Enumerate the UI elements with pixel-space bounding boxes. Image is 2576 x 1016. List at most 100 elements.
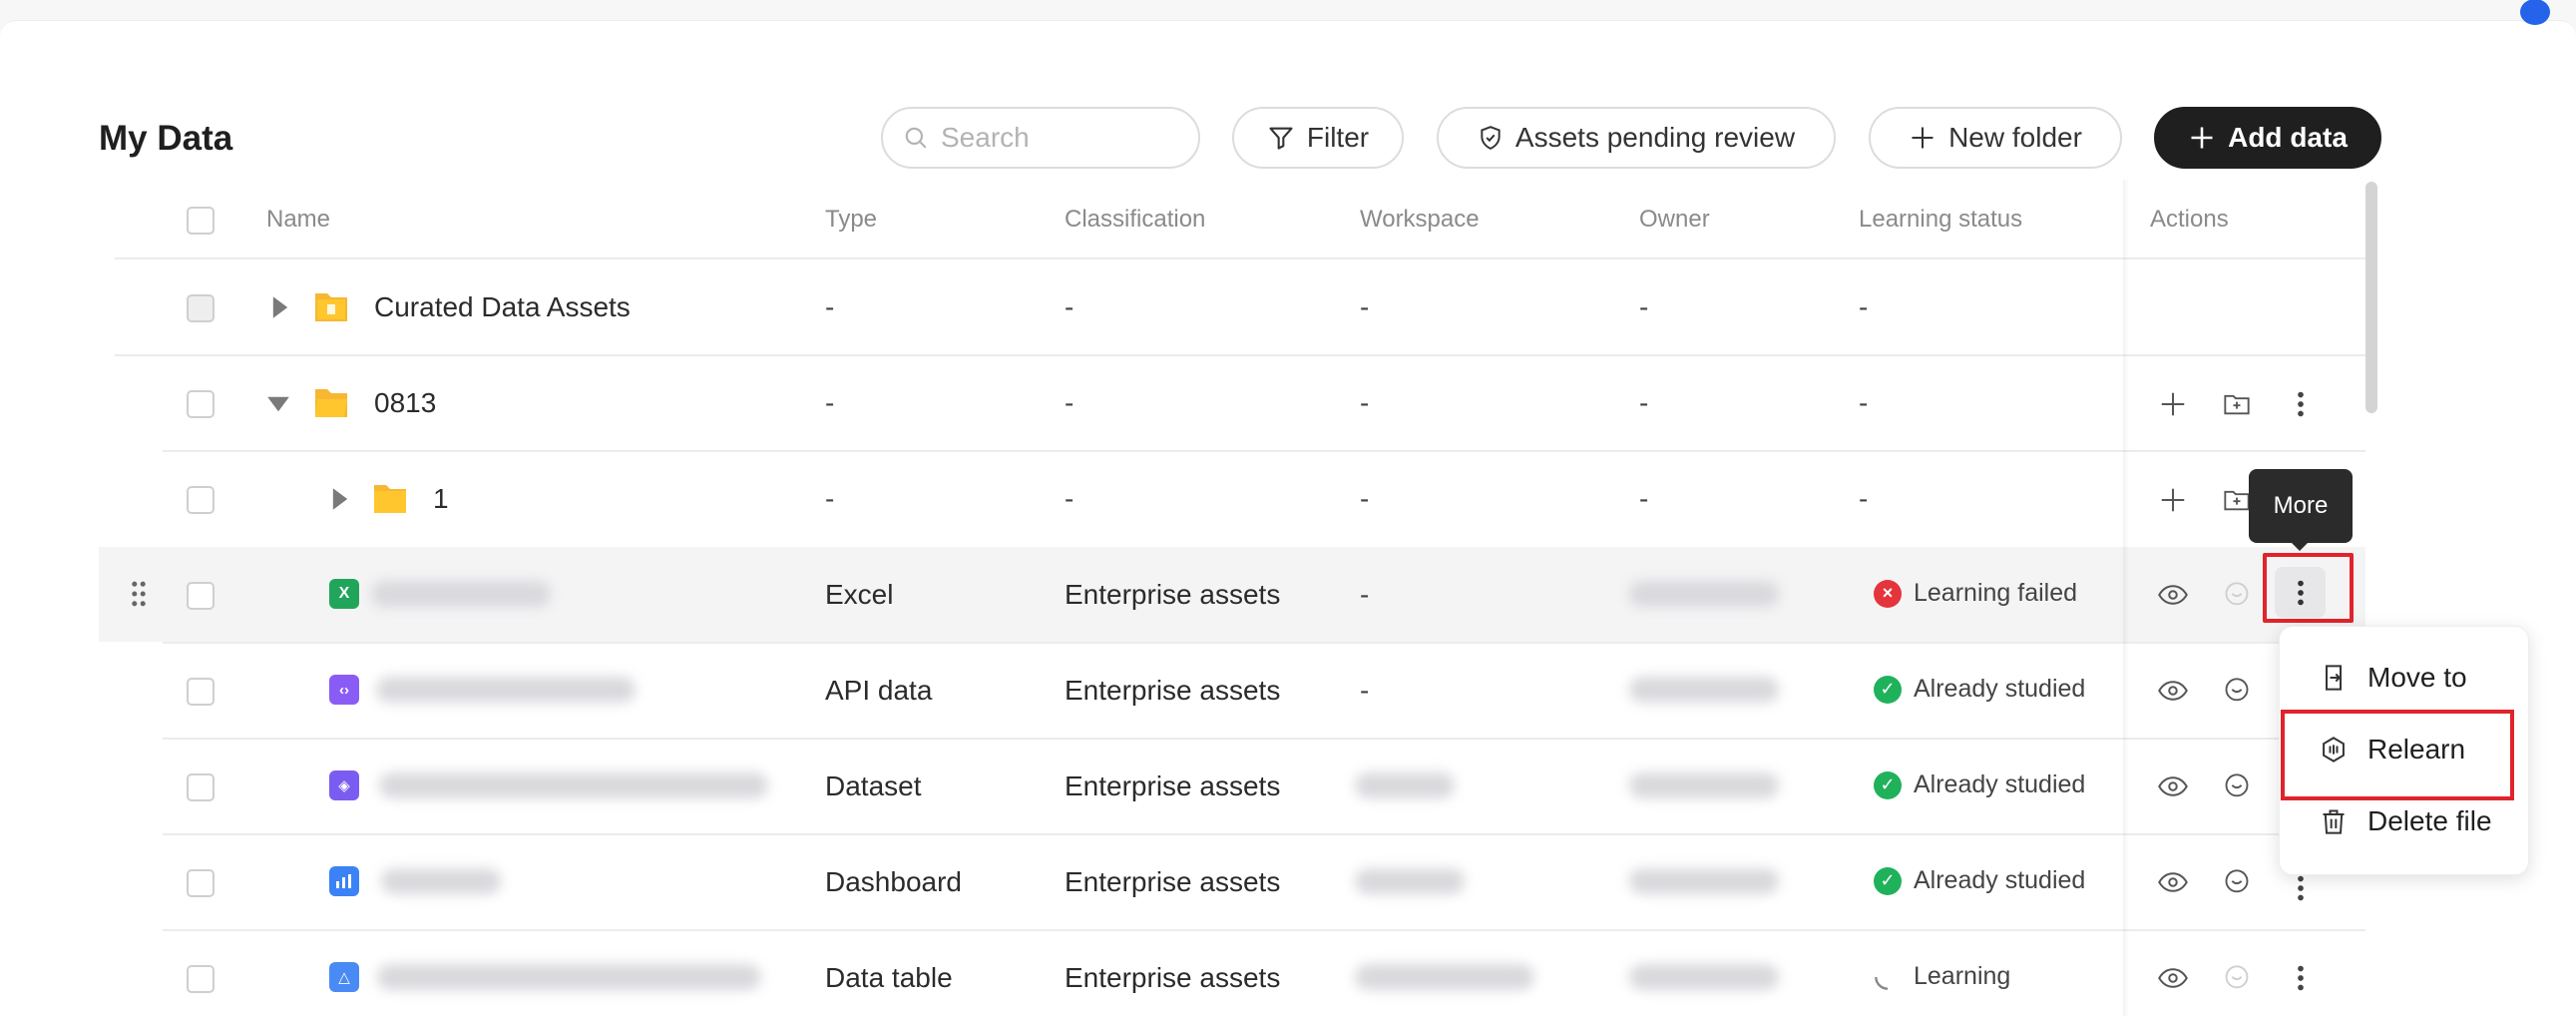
add-data-label: Add data (2228, 122, 2348, 153)
status-badge: Learning (1874, 962, 2010, 991)
new-folder-button[interactable]: New folder (1869, 107, 2122, 169)
status-label: Already studied (1914, 866, 2086, 894)
status-label: Already studied (1914, 675, 2086, 703)
select-all-checkbox[interactable] (187, 207, 215, 235)
vertical-scrollbar[interactable] (2365, 182, 2377, 413)
add-icon[interactable] (2153, 384, 2193, 424)
assets-pending-review-button[interactable]: Assets pending review (1437, 107, 1836, 169)
row-name[interactable] (377, 964, 761, 990)
row-status: - (1859, 483, 1869, 514)
divider (115, 257, 2365, 259)
row-checkbox[interactable] (187, 486, 215, 514)
check-icon: ✓ (1874, 675, 1902, 704)
column-header-classification[interactable]: Classification (1065, 206, 1205, 234)
row-name[interactable] (381, 868, 501, 894)
row-name[interactable]: Curated Data Assets (374, 291, 631, 323)
preview-eye-icon[interactable] (2153, 671, 2193, 711)
column-header-type[interactable]: Type (825, 206, 877, 234)
row-type: API data (825, 675, 933, 706)
row-type: Dashboard (825, 866, 962, 897)
chat-icon (2217, 958, 2257, 998)
move-to-icon (2326, 665, 2342, 691)
row-classification: Enterprise assets (1065, 866, 1281, 897)
row-checkbox[interactable] (187, 678, 215, 706)
column-header-learning-status[interactable]: Learning status (1859, 206, 2022, 234)
chat-icon[interactable] (2217, 671, 2257, 711)
row-type: Data table (825, 962, 953, 993)
plus-icon (1912, 127, 1933, 149)
highlight-box (2263, 553, 2354, 623)
row-classification: - (1065, 483, 1074, 514)
dashboard-icon (329, 866, 359, 896)
row-name[interactable]: 0813 (374, 387, 436, 419)
highlight-box (2281, 710, 2514, 800)
row-classification: Enterprise assets (1065, 579, 1281, 610)
row-name[interactable] (371, 581, 551, 607)
more-vertical-icon[interactable] (2281, 958, 2321, 998)
chat-icon[interactable] (2217, 766, 2257, 806)
actions-column-shadow (2123, 180, 2129, 1016)
row-checkbox (187, 294, 215, 322)
row-type: - (825, 483, 835, 514)
row-workspace (1355, 868, 1465, 894)
row-owner (1629, 964, 1779, 990)
row-name[interactable] (379, 772, 768, 798)
status-label: Already studied (1914, 770, 2086, 798)
pending-label: Assets pending review (1514, 122, 1796, 153)
avatar[interactable] (2520, 0, 2550, 25)
new-subfolder-icon[interactable] (2217, 384, 2257, 424)
status-badge: × Learning failed (1874, 579, 2077, 608)
row-checkbox[interactable] (187, 773, 215, 801)
caret-down-icon[interactable] (267, 395, 289, 413)
more-vertical-icon[interactable] (2281, 384, 2321, 424)
menu-item-label: Delete file (2367, 805, 2492, 836)
chat-icon (2217, 575, 2257, 615)
preview-eye-icon[interactable] (2153, 766, 2193, 806)
row-workspace: - (1360, 675, 1370, 706)
row-classification: Enterprise assets (1065, 962, 1281, 993)
row-workspace: - (1360, 483, 1370, 514)
status-badge: ✓ Already studied (1874, 866, 2085, 895)
filter-icon (1269, 127, 1293, 150)
tooltip-arrow (2290, 541, 2310, 551)
row-status: - (1859, 387, 1869, 418)
divider (163, 642, 2365, 644)
row-workspace: - (1360, 291, 1370, 322)
row-checkbox[interactable] (187, 582, 215, 610)
new-folder-label: New folder (1948, 122, 2082, 153)
row-owner: - (1639, 387, 1649, 418)
check-icon: ✓ (1874, 770, 1902, 799)
drag-handle-icon[interactable] (130, 580, 148, 608)
row-type: - (825, 387, 835, 418)
api-icon: ‹› (329, 675, 359, 705)
search-input[interactable]: Search (881, 107, 1200, 169)
column-header-name[interactable]: Name (266, 206, 330, 234)
preview-eye-icon[interactable] (2153, 862, 2193, 902)
row-name[interactable] (376, 677, 636, 703)
row-workspace: - (1360, 387, 1370, 418)
status-label: Learning (1914, 962, 2011, 990)
row-owner (1629, 677, 1779, 703)
row-checkbox[interactable] (187, 965, 215, 993)
menu-item-move-to[interactable]: Move to (2320, 662, 2467, 694)
column-header-owner[interactable]: Owner (1639, 206, 1710, 234)
row-name[interactable]: 1 (433, 483, 449, 515)
filter-button[interactable]: Filter (1232, 107, 1404, 169)
add-icon[interactable] (2153, 480, 2193, 520)
add-data-button[interactable]: Add data (2154, 107, 2381, 169)
caret-right-icon[interactable] (271, 296, 289, 318)
row-classification: Enterprise assets (1065, 675, 1281, 706)
error-icon: × (1874, 579, 1902, 608)
row-checkbox[interactable] (187, 869, 215, 897)
plus-icon (2191, 127, 2213, 149)
folder-icon (374, 485, 406, 513)
column-header-workspace[interactable]: Workspace (1360, 206, 1480, 234)
row-workspace (1355, 964, 1534, 990)
chat-icon[interactable] (2217, 862, 2257, 902)
preview-eye-icon[interactable] (2153, 958, 2193, 998)
row-owner (1629, 772, 1779, 798)
menu-item-delete-file[interactable]: Delete file (2320, 805, 2492, 837)
caret-right-icon[interactable] (331, 488, 349, 510)
row-checkbox[interactable] (187, 390, 215, 418)
preview-eye-icon[interactable] (2153, 575, 2193, 615)
